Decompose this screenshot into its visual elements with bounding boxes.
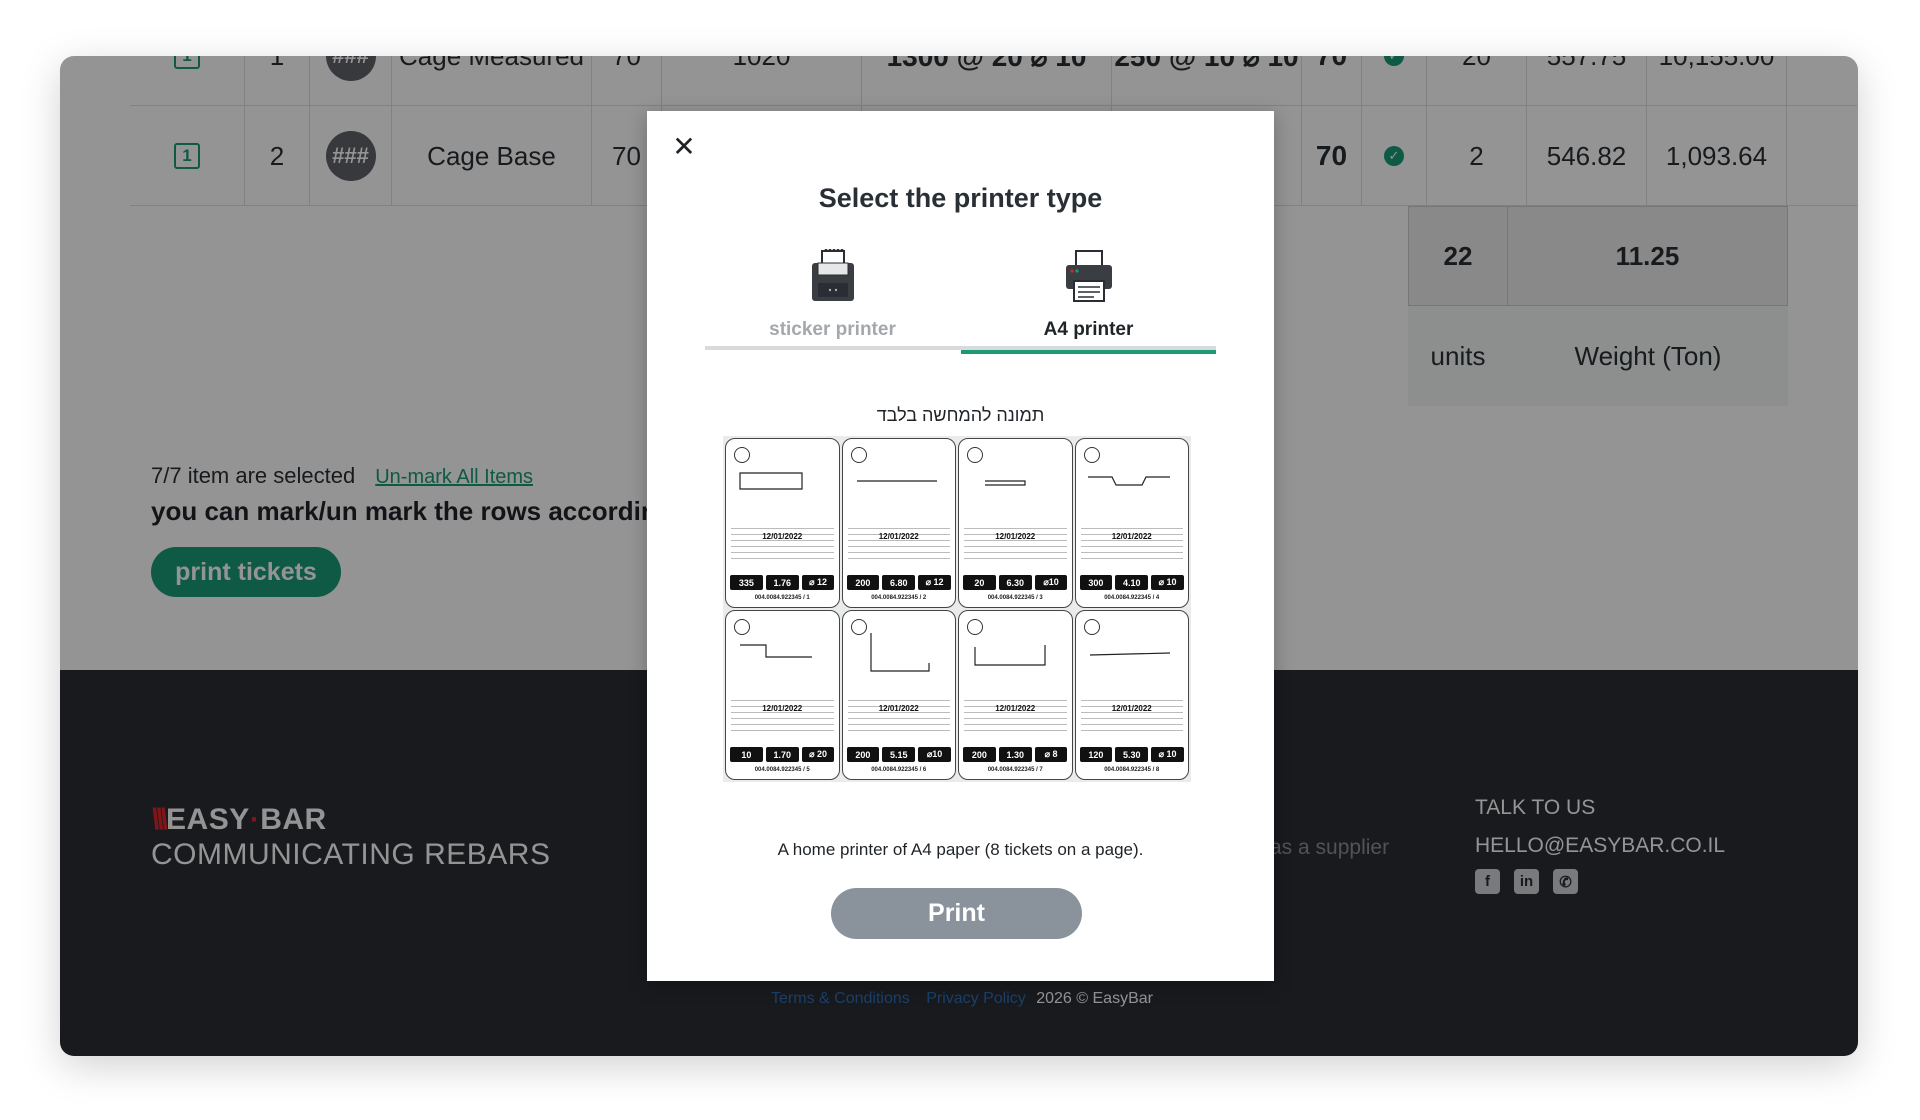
illustration-caption: תמונה להמחשה בלבד (876, 405, 1045, 425)
bar-shape-drawing (856, 480, 937, 482)
ticket-value: 200 (963, 747, 996, 762)
bar-shape-drawing (1087, 476, 1170, 486)
bar-shape-drawing (985, 480, 1026, 486)
printer-type-dialog: ✕ Select the printer type sticker printe… (647, 111, 1274, 981)
ticket-code: 004.0084.922345 / 6 (871, 767, 927, 773)
bar-shape-drawing (1089, 652, 1170, 656)
ticket-preview: 12/01/2022 120 5.30 ⌀ 10 004.0084.922345 / 8 (1074, 610, 1189, 780)
ticket-preview: 12/01/2022 335 1.76 ⌀ 12 004.0084.922345 / 1 (725, 438, 840, 608)
ticket-value: 5.30 (1115, 747, 1149, 762)
ticket-values: 20 6.30 ⌀10 (963, 575, 1068, 590)
bar-shape-drawing (739, 472, 803, 490)
ticket-value: 5.15 (882, 747, 916, 762)
ticket-values: 300 4.10 ⌀ 10 (1079, 575, 1185, 590)
bar-shape-drawing (740, 644, 812, 658)
ticket-value: 1.76 (765, 575, 799, 590)
ticket-value: 6.30 (998, 575, 1032, 590)
ticket-value: 20 (963, 575, 996, 590)
ticket-preview: 12/01/2022 200 1.30 ⌀ 8 004.0084.922345 / 7 (958, 610, 1073, 780)
tab-label: A4 printer (1043, 319, 1134, 340)
ticket-date: 12/01/2022 (762, 704, 803, 713)
ticket-code: 004.0084.922345 / 5 (754, 767, 810, 773)
ticket-value: 335 (730, 575, 763, 590)
ticket-lines (1080, 523, 1183, 559)
ticket-value: 300 (1079, 575, 1113, 590)
ticket-date: 12/01/2022 (995, 532, 1036, 541)
ticket-lines (847, 695, 950, 731)
tab-sticker-printer[interactable]: sticker printer (705, 249, 960, 350)
ticket-value: ⌀ 10 (1151, 575, 1184, 590)
ticket-value: ⌀ 12 (918, 575, 951, 590)
ticket-preview: 12/01/2022 200 5.15 ⌀10 004.0084.922345 / 6 (841, 610, 956, 780)
ticket-code: 004.0084.922345 / 7 (987, 767, 1043, 773)
ticket-lines (731, 523, 834, 559)
ticket-values: 200 5.15 ⌀10 (846, 747, 952, 762)
ticket-values: 10 1.70 ⌀ 20 (730, 747, 835, 762)
ticket-value: ⌀ 8 (1034, 747, 1068, 762)
ticket-date: 12/01/2022 (1111, 532, 1152, 541)
bar-shape-drawing (869, 633, 930, 672)
ticket-lines (1080, 695, 1183, 731)
ticket-value: 1.30 (998, 747, 1032, 762)
a4-printer-icon (1066, 250, 1112, 302)
ticket-code: 004.0084.922345 / 1 (754, 595, 810, 601)
ticket-value: 6.80 (882, 575, 916, 590)
ticket-value: ⌀ 20 (801, 747, 835, 762)
tab-a4-printer[interactable]: A4 printer (961, 249, 1216, 354)
ticket-value: ⌀10 (918, 747, 951, 762)
ticket-values: 335 1.76 ⌀ 12 (730, 575, 835, 590)
ticket-lines (964, 695, 1067, 731)
ticket-preview: 12/01/2022 200 6.80 ⌀ 12 004.0084.922345 / 2 (841, 438, 956, 608)
ticket-value: ⌀ 12 (801, 575, 835, 590)
ticket-preview: 12/01/2022 20 6.30 ⌀10 004.0084.922345 / 3 (958, 438, 1073, 608)
app-window: 1 1 ### Cage Measured 70 1020 1300 @ 20 … (60, 56, 1858, 1056)
sticker-printer-icon (812, 249, 854, 301)
ticket-value: 10 (730, 747, 763, 762)
ticket-value: 200 (846, 575, 880, 590)
dialog-title: Select the printer type (818, 183, 1103, 213)
ticket-date: 12/01/2022 (762, 532, 803, 541)
ticket-date: 12/01/2022 (878, 704, 919, 713)
ticket-lines (964, 523, 1067, 559)
ticket-code: 004.0084.922345 / 3 (987, 595, 1043, 601)
ticket-preview: 12/01/2022 10 1.70 ⌀ 20 004.0084.922345 / 5 (725, 610, 840, 780)
a4-sheet-preview: 12/01/2022 335 1.76 ⌀ 12 004.0084.922345 / 1… (723, 436, 1191, 782)
bar-shape-drawing (974, 645, 1046, 666)
ticket-code: 004.0084.922345 / 4 (1104, 595, 1160, 601)
ticket-values: 120 5.30 ⌀ 10 (1079, 747, 1185, 762)
ticket-value: 200 (846, 747, 880, 762)
ticket-date: 12/01/2022 (995, 704, 1036, 713)
print-button[interactable]: Print (831, 888, 1082, 939)
ticket-value: 4.10 (1115, 575, 1149, 590)
ticket-preview: 12/01/2022 300 4.10 ⌀ 10 004.0084.922345 / 4 (1074, 438, 1189, 608)
tab-label: sticker printer (769, 319, 896, 340)
printer-description: A home printer of A4 paper (8 tickets on… (777, 840, 1144, 859)
ticket-values: 200 6.80 ⌀ 12 (846, 575, 952, 590)
ticket-grid: 12/01/2022 335 1.76 ⌀ 12 004.0084.922345 / 1… (725, 438, 1189, 780)
ticket-value: 1.70 (765, 747, 799, 762)
printer-tabs: sticker printer A4 printer (705, 249, 1216, 354)
ticket-value: ⌀ 10 (1151, 747, 1184, 762)
ticket-date: 12/01/2022 (1111, 704, 1152, 713)
ticket-code: 004.0084.922345 / 8 (1104, 767, 1160, 773)
ticket-lines (731, 695, 834, 731)
ticket-lines (847, 523, 950, 559)
ticket-code: 004.0084.922345 / 2 (871, 595, 927, 601)
ticket-value: 120 (1079, 747, 1113, 762)
close-icon[interactable]: ✕ (669, 131, 699, 162)
ticket-value: ⌀10 (1034, 575, 1068, 590)
ticket-values: 200 1.30 ⌀ 8 (963, 747, 1068, 762)
ticket-date: 12/01/2022 (878, 532, 919, 541)
